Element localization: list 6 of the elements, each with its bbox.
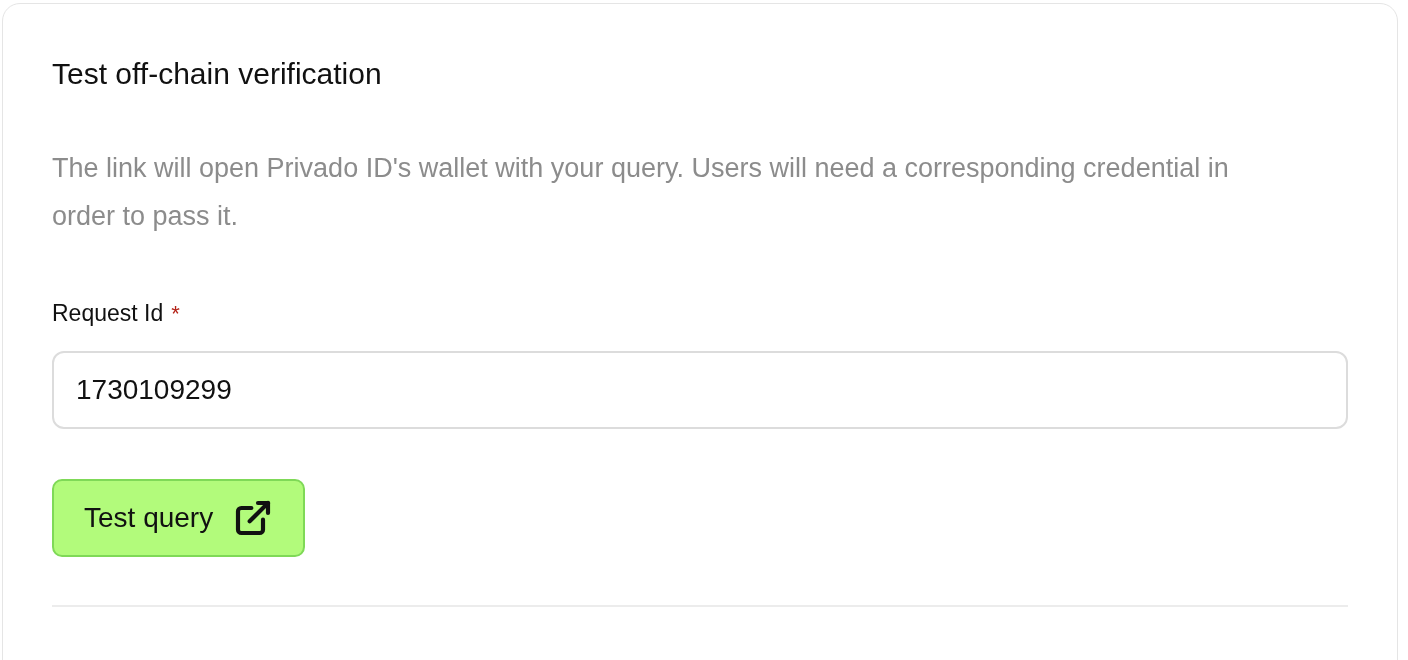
required-mark: * <box>171 299 180 328</box>
test-query-button[interactable]: Test query <box>52 478 306 557</box>
description-text: The link will open Privado ID's wallet with your query. Users will need a corresponding credential in order to pass it. <box>52 152 1230 233</box>
field-label: Request Id <box>52 299 164 328</box>
card-title: Test off-chain verification <box>52 56 383 92</box>
request-id-field[interactable]: 1730109299 <box>52 350 1348 429</box>
